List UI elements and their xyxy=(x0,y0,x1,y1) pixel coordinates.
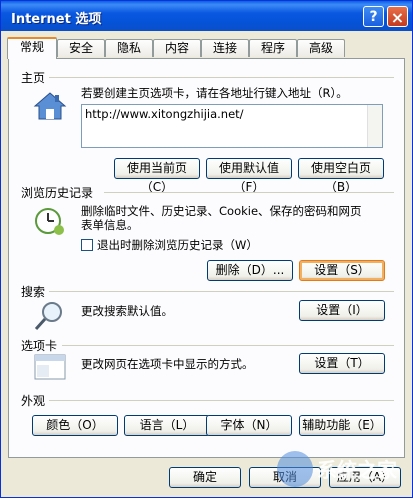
delete-history-button[interactable]: 删除（D）... xyxy=(207,260,293,281)
divider xyxy=(62,345,394,346)
tabs-icon xyxy=(34,354,66,380)
use-blank-button[interactable]: 使用空白页（B） xyxy=(298,158,384,194)
internet-options-window: Internet 选项 ? × 常规 安全 隐私 内容 连接 程序 高级 主页 … xyxy=(0,0,413,498)
home-section-title: 主页 xyxy=(21,71,46,85)
home-url-field[interactable]: http://www.xitongzhijia.net/ xyxy=(81,104,383,148)
use-default-button[interactable]: 使用默认值（F） xyxy=(206,158,292,194)
history-settings-button[interactable]: 设置（S） xyxy=(299,260,385,281)
url-scrollbar[interactable] xyxy=(367,105,382,147)
window-title: Internet 选项 xyxy=(11,12,102,27)
divider xyxy=(49,77,394,78)
close-button[interactable]: × xyxy=(387,6,408,27)
tabs-settings-button[interactable]: 设置（T） xyxy=(299,353,385,374)
search-icon xyxy=(34,302,62,331)
watermark: 系统之家 xyxy=(271,439,411,497)
search-section-title: 搜索 xyxy=(21,285,46,299)
tabs-description: 更改网页在选项卡中显示的方式。 xyxy=(81,357,254,371)
delete-on-exit-label[interactable]: 退出时删除浏览历史记录（W） xyxy=(97,238,258,252)
search-settings-button[interactable]: 设置（I） xyxy=(299,300,385,321)
title-bar[interactable]: Internet 选项 ? × xyxy=(1,1,412,31)
tab-privacy[interactable]: 隐私 xyxy=(105,39,153,57)
tab-content[interactable]: 内容 xyxy=(153,39,201,57)
languages-button[interactable]: 语言（L） xyxy=(124,415,210,436)
tab-programs[interactable]: 程序 xyxy=(249,39,297,57)
divider xyxy=(49,291,394,292)
tab-security[interactable]: 安全 xyxy=(57,39,105,57)
history-section-title: 浏览历史记录 xyxy=(21,186,94,200)
tab-general[interactable]: 常规 xyxy=(7,37,57,59)
home-description: 若要创建主页选项卡，请在各地址行键入地址（R）。 xyxy=(81,86,348,100)
fonts-button[interactable]: 字体（N） xyxy=(206,415,292,436)
history-clock-icon xyxy=(35,208,64,235)
use-current-button[interactable]: 使用当前页（C） xyxy=(114,158,200,194)
colors-button[interactable]: 颜色（O） xyxy=(32,415,118,436)
accessibility-button[interactable]: 辅助功能（E） xyxy=(299,415,385,436)
divider xyxy=(49,400,394,401)
history-description-2: 表单信息。 xyxy=(81,218,139,232)
tab-connections[interactable]: 连接 xyxy=(201,39,249,57)
general-panel: 主页 若要创建主页选项卡，请在各地址行键入地址（R）。 http://www.x… xyxy=(8,58,405,458)
history-description-1: 删除临时文件、历史记录、Cookie、保存的密码和网页 xyxy=(81,204,362,218)
delete-on-exit-checkbox[interactable] xyxy=(81,239,93,251)
appearance-section-title: 外观 xyxy=(21,394,46,408)
divider xyxy=(104,192,394,193)
help-button[interactable]: ? xyxy=(363,6,384,27)
search-description: 更改搜索默认值。 xyxy=(81,304,173,318)
watermark-text: 系统之家 xyxy=(317,458,398,482)
home-url-value: http://www.xitongzhijia.net/ xyxy=(85,107,244,121)
ok-button[interactable]: 确定 xyxy=(169,467,241,488)
tab-advanced[interactable]: 高级 xyxy=(297,39,345,57)
home-icon xyxy=(33,92,67,120)
watermark-logo-icon: 系统之家 xyxy=(277,451,398,487)
